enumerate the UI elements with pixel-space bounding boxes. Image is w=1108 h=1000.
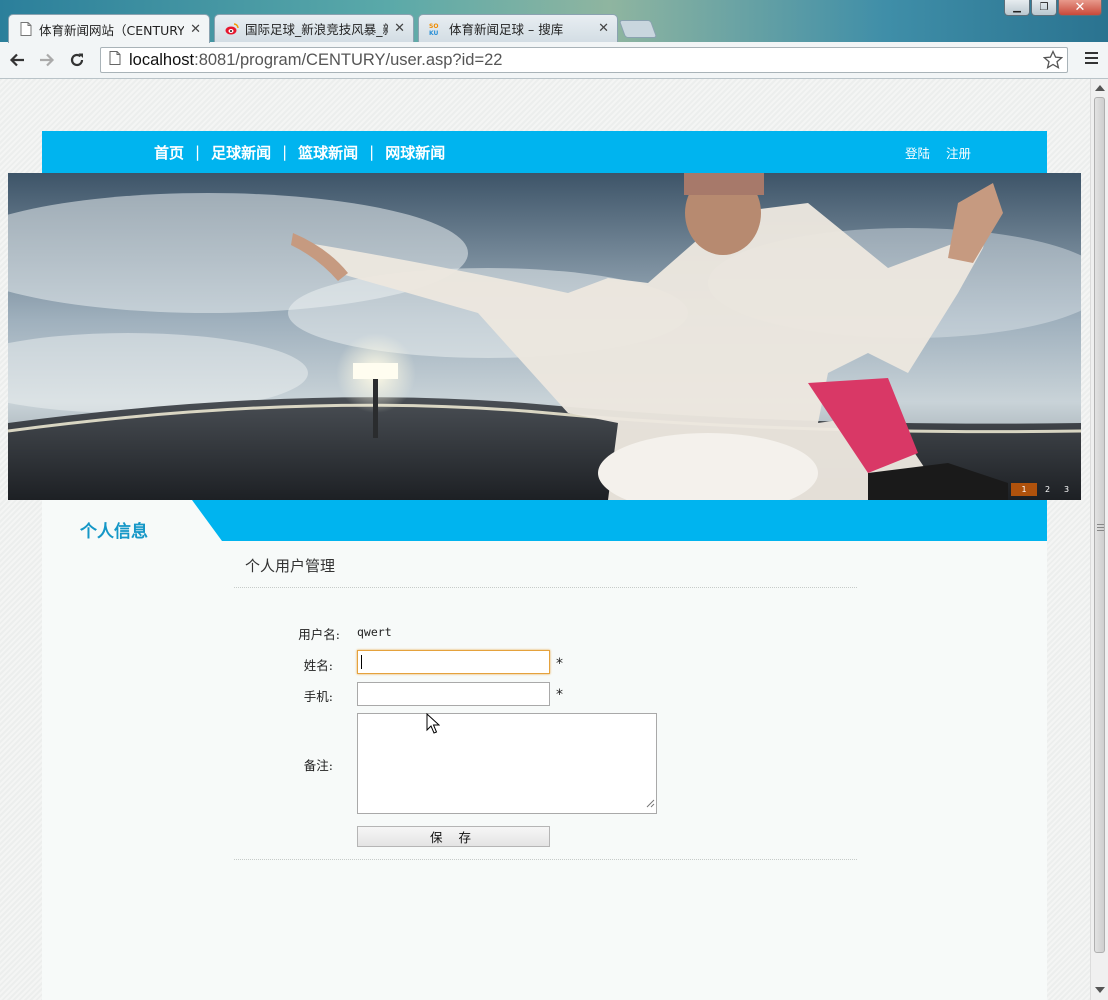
new-tab-button[interactable] bbox=[618, 20, 658, 38]
page-icon bbox=[19, 22, 33, 36]
nav-basketball[interactable]: 篮球新闻 bbox=[298, 142, 358, 163]
required-mark: * bbox=[556, 687, 563, 703]
main-nav: 首页 | 足球新闻 | 篮球新闻 | 网球新闻 bbox=[154, 131, 445, 173]
username-value: qwert bbox=[357, 625, 392, 639]
tab-sina[interactable]: 国际足球_新浪竞技风暴_新 ✕ bbox=[214, 14, 414, 42]
nav-separator: | bbox=[369, 143, 375, 161]
tab-century[interactable]: 体育新闻网站（CENTURY ✕ bbox=[8, 14, 210, 43]
nav-football[interactable]: 足球新闻 bbox=[211, 142, 271, 163]
close-icon[interactable]: ✕ bbox=[598, 21, 609, 36]
phone-input[interactable] bbox=[357, 682, 550, 706]
resize-handle-icon[interactable] bbox=[646, 797, 655, 812]
vertical-scrollbar[interactable] bbox=[1090, 79, 1108, 1000]
bookmark-star-icon[interactable] bbox=[1042, 49, 1064, 74]
page-viewport: 首页 | 足球新闻 | 篮球新闻 | 网球新闻 登陆 注册 1 2 3 个人信息… bbox=[0, 79, 1090, 1000]
scroll-down-icon[interactable] bbox=[1095, 987, 1105, 993]
window-controls: ▁ ❐ ✕ bbox=[1003, 0, 1102, 16]
weibo-icon bbox=[225, 22, 239, 36]
register-link[interactable]: 注册 bbox=[946, 143, 971, 162]
tab-title: 体育新闻足球 – 搜库 bbox=[449, 22, 564, 37]
text-caret bbox=[361, 655, 362, 669]
nav-separator: | bbox=[195, 143, 201, 161]
mouse-cursor-icon bbox=[426, 712, 441, 739]
maximize-icon[interactable]: ❐ bbox=[1031, 0, 1057, 16]
tab-soku[interactable]: SO KU 体育新闻足球 – 搜库 ✕ bbox=[418, 14, 618, 42]
slider-dot[interactable]: 2 bbox=[1039, 483, 1056, 496]
slider-dot[interactable]: 1 bbox=[1011, 483, 1037, 496]
url-host: localhost bbox=[129, 50, 195, 69]
reload-icon[interactable] bbox=[64, 47, 90, 73]
nav-separator: | bbox=[282, 143, 288, 161]
section-title: 个人信息 bbox=[80, 522, 148, 542]
url-text: localhost:8081/program/CENTURY/user.asp?… bbox=[129, 51, 502, 70]
auth-links: 登陆 注册 bbox=[889, 131, 971, 173]
url-path: :8081/program/CENTURY/user.asp?id=22 bbox=[194, 50, 503, 69]
svg-text:SO: SO bbox=[429, 23, 438, 30]
page-icon bbox=[109, 51, 121, 69]
svg-text:KU: KU bbox=[429, 30, 439, 36]
close-window-icon[interactable]: ✕ bbox=[1058, 0, 1102, 16]
username-label: 用户名: bbox=[298, 627, 340, 642]
name-input[interactable] bbox=[357, 650, 550, 674]
forward-icon[interactable] bbox=[34, 47, 60, 73]
note-label: 备注: bbox=[303, 758, 333, 773]
grip-icon bbox=[1097, 524, 1104, 533]
banner-image bbox=[8, 173, 1081, 500]
save-button[interactable]: 保 存 bbox=[357, 826, 550, 847]
nav-tennis[interactable]: 网球新闻 bbox=[385, 142, 445, 163]
slider-dot[interactable]: 3 bbox=[1058, 483, 1075, 496]
divider bbox=[234, 859, 857, 860]
minimize-icon[interactable]: ▁ bbox=[1004, 0, 1030, 16]
scroll-thumb[interactable] bbox=[1094, 97, 1105, 953]
close-icon[interactable]: ✕ bbox=[394, 21, 405, 36]
scroll-up-icon[interactable] bbox=[1095, 85, 1105, 91]
divider bbox=[234, 587, 857, 588]
banner-slider: 1 2 3 bbox=[8, 173, 1081, 500]
note-textarea[interactable] bbox=[357, 713, 657, 814]
login-link[interactable]: 登陆 bbox=[905, 143, 930, 162]
close-icon[interactable]: ✕ bbox=[190, 22, 201, 37]
browser-titlebar: 体育新闻网站（CENTURY ✕ 国际足球_新浪竞技风暴_新 ✕ SO KU 体育… bbox=[0, 0, 1108, 43]
tab-title: 体育新闻网站（CENTURY bbox=[39, 22, 185, 38]
name-label: 姓名: bbox=[303, 658, 333, 673]
browser-toolbar: localhost:8081/program/CENTURY/user.asp?… bbox=[0, 42, 1108, 79]
tab-title: 国际足球_新浪竞技风暴_新 bbox=[245, 22, 389, 37]
soku-icon: SO KU bbox=[429, 22, 443, 36]
required-mark: * bbox=[556, 656, 563, 672]
back-icon[interactable] bbox=[4, 47, 30, 73]
slider-pagination: 1 2 3 bbox=[1009, 483, 1075, 496]
address-bar[interactable]: localhost:8081/program/CENTURY/user.asp?… bbox=[100, 47, 1068, 73]
site-nav-bar: 首页 | 足球新闻 | 篮球新闻 | 网球新闻 登陆 注册 bbox=[42, 131, 1047, 173]
menu-icon[interactable] bbox=[1085, 52, 1098, 67]
phone-label: 手机: bbox=[303, 689, 333, 704]
nav-home[interactable]: 首页 bbox=[154, 142, 184, 163]
section-header-bar bbox=[42, 500, 1047, 541]
panel-title: 个人用户管理 bbox=[245, 557, 336, 575]
